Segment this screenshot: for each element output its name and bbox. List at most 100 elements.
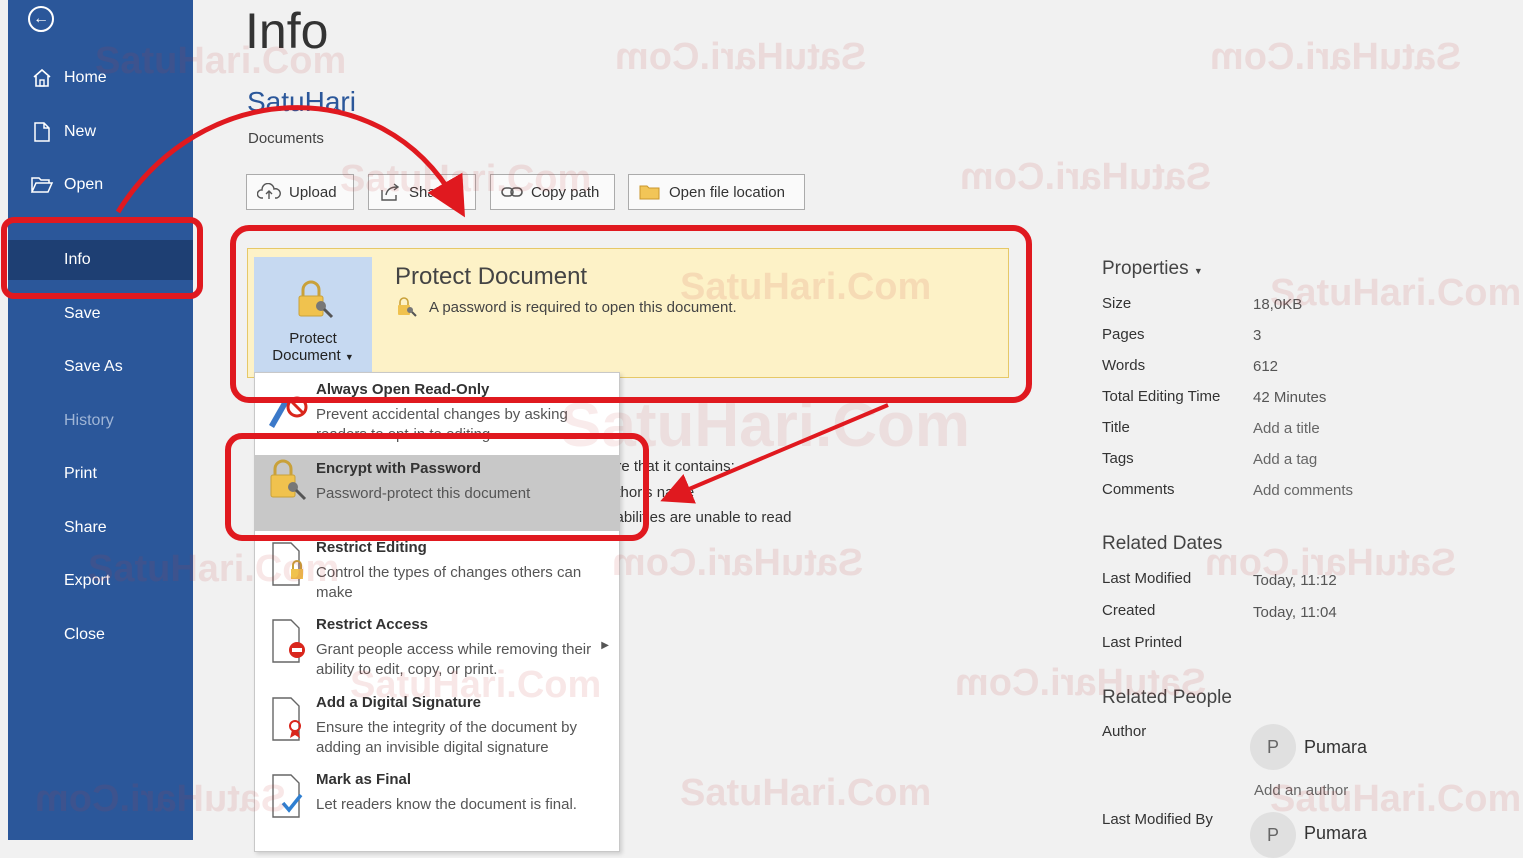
sidebar-item-label: Export: [64, 572, 111, 589]
folder-open-icon: [30, 175, 54, 195]
link-icon: [501, 185, 523, 199]
sidebar-item-label: Close: [64, 626, 105, 643]
menu-item-mark-as-final[interactable]: Mark as Final Let readers know the docum…: [255, 771, 619, 845]
sidebar-item-save-as[interactable]: Save As: [8, 347, 193, 387]
sidebar-item-label: Save As: [64, 358, 123, 375]
sidebar-item-label: Open: [64, 176, 104, 193]
pencil-no-icon: [263, 383, 311, 431]
arrow-straight: [660, 403, 889, 504]
watermark: SatuHari.Com: [560, 391, 970, 460]
menu-item-restrict-access[interactable]: Restrict Access Grant people access whil…: [255, 616, 619, 690]
document-check-icon: [263, 773, 311, 821]
menu-item-desc: Prevent accidental changes by asking rea…: [316, 406, 568, 443]
dropdown-arrow-icon: ▼: [344, 352, 354, 362]
protect-button-label-2: Document ▼: [272, 347, 354, 364]
menu-item-title: Encrypt with Password: [316, 460, 482, 477]
watermark: SatuHari.Com: [615, 36, 867, 78]
inspect-text-line: sabilities are unable to read: [608, 509, 792, 526]
last-modified-by-name[interactable]: Pumara: [1304, 823, 1367, 844]
prop-label: Total Editing Time: [1102, 388, 1221, 405]
sidebar-item-share[interactable]: Share: [8, 508, 193, 548]
menu-item-add-digital-signature[interactable]: Add a Digital Signature Ensure the integ…: [255, 694, 619, 768]
page-title: Info: [245, 3, 329, 59]
sidebar-item-home[interactable]: Home: [8, 58, 193, 98]
share-icon: [379, 182, 401, 202]
upload-button[interactable]: Upload: [246, 174, 354, 210]
related-people-heading: Related People: [1102, 687, 1232, 708]
sidebar-item-new[interactable]: New: [8, 112, 193, 152]
prop-label: Last Modified By: [1102, 811, 1213, 828]
sidebar-item-open[interactable]: Open: [8, 165, 193, 205]
prop-value: 42 Minutes: [1253, 389, 1327, 406]
lock-key-icon: [263, 457, 311, 505]
prop-label: Last Modified: [1102, 570, 1192, 587]
prop-value: 18,0KB: [1253, 296, 1303, 313]
sidebar-item-label: Info: [64, 251, 91, 268]
lock-key-small-icon: [395, 297, 417, 317]
back-arrow-icon[interactable]: ←: [28, 6, 54, 32]
sidebar-item-print[interactable]: Print: [8, 454, 193, 494]
protect-document-panel: Protect Document ▼ Protect Document A pa…: [247, 248, 1009, 378]
protect-button-label-1: Protect: [289, 330, 337, 347]
menu-item-desc: Control the types of changes others can …: [316, 564, 582, 601]
author-name[interactable]: Pumara: [1304, 737, 1367, 758]
document-path: Documents: [248, 130, 324, 147]
cloud-upload-icon: [257, 183, 281, 201]
document-restrict-icon: [263, 618, 311, 666]
properties-heading[interactable]: Properties ▼: [1102, 258, 1203, 280]
protect-document-button[interactable]: Protect Document ▼: [254, 257, 372, 372]
backstage-sidebar: ← Home New Open Info Save Save As Histor…: [8, 0, 193, 840]
menu-item-title: Mark as Final: [316, 771, 412, 788]
document-lock-icon: [263, 541, 311, 589]
menu-item-always-open-read-only[interactable]: Always Open Read-Only Prevent accidental…: [255, 381, 619, 455]
folder-icon: [639, 183, 661, 201]
prop-label: Pages: [1102, 326, 1145, 343]
sidebar-item-label: Home: [64, 69, 107, 86]
prop-value: Today, 11:12: [1253, 572, 1337, 589]
prop-value: 612: [1253, 358, 1279, 375]
signature-ribbon-icon: [263, 696, 311, 744]
copy-path-label: Copy path: [531, 183, 600, 201]
new-document-icon: [30, 121, 54, 143]
related-dates-heading: Related Dates: [1102, 533, 1223, 554]
menu-item-desc: Grant people access while removing their…: [316, 641, 592, 678]
prop-label: Author: [1102, 723, 1147, 740]
submenu-arrow-icon: ▶: [601, 640, 609, 651]
prop-label: Words: [1102, 357, 1146, 374]
document-name: SatuHari: [247, 86, 356, 117]
sidebar-item-export[interactable]: Export: [8, 561, 193, 601]
lock-key-icon: [291, 280, 335, 324]
sidebar-item-label: Save: [64, 305, 101, 322]
share-label: Share: [409, 183, 450, 201]
sidebar-item-label: History: [64, 412, 114, 429]
prop-label: Title: [1102, 419, 1130, 436]
share-button[interactable]: Share: [368, 174, 476, 210]
sidebar-item-label: New: [64, 123, 97, 140]
watermark: SatuHari.Com: [680, 772, 932, 814]
upload-label: Upload: [289, 183, 337, 201]
prop-value-comments-input[interactable]: Add comments: [1253, 482, 1353, 499]
inspect-text-line: uthor's name: [608, 484, 695, 501]
sidebar-item-label: Print: [64, 465, 97, 482]
prop-value-tags-input[interactable]: Add a tag: [1253, 451, 1317, 468]
sidebar-item-label: Share: [64, 519, 107, 536]
prop-value-title-input[interactable]: Add a title: [1253, 420, 1320, 437]
protect-description: A password is required to open this docu…: [395, 297, 737, 317]
sidebar-item-save[interactable]: Save: [8, 294, 193, 334]
menu-item-restrict-editing[interactable]: Restrict Editing Control the types of ch…: [255, 539, 619, 611]
menu-item-encrypt-with-password[interactable]: Encrypt with Password Password-protect t…: [255, 455, 619, 531]
menu-item-desc: Password-protect this document: [316, 485, 531, 502]
prop-value: Today, 11:04: [1253, 604, 1337, 621]
home-icon: [30, 67, 54, 89]
add-author-input[interactable]: Add an author: [1254, 782, 1348, 799]
sidebar-item-info[interactable]: Info: [8, 240, 193, 280]
prop-label: Comments: [1102, 481, 1175, 498]
prop-label: Tags: [1102, 450, 1134, 467]
inspect-text-line: are that it contains:: [608, 458, 735, 475]
protect-document-menu: Always Open Read-Only Prevent accidental…: [254, 372, 620, 852]
copy-path-button[interactable]: Copy path: [490, 174, 615, 210]
prop-value: 3: [1253, 327, 1262, 344]
sidebar-item-history: History: [8, 401, 193, 441]
open-file-location-button[interactable]: Open file location: [628, 174, 805, 210]
sidebar-item-close[interactable]: Close: [8, 615, 193, 655]
